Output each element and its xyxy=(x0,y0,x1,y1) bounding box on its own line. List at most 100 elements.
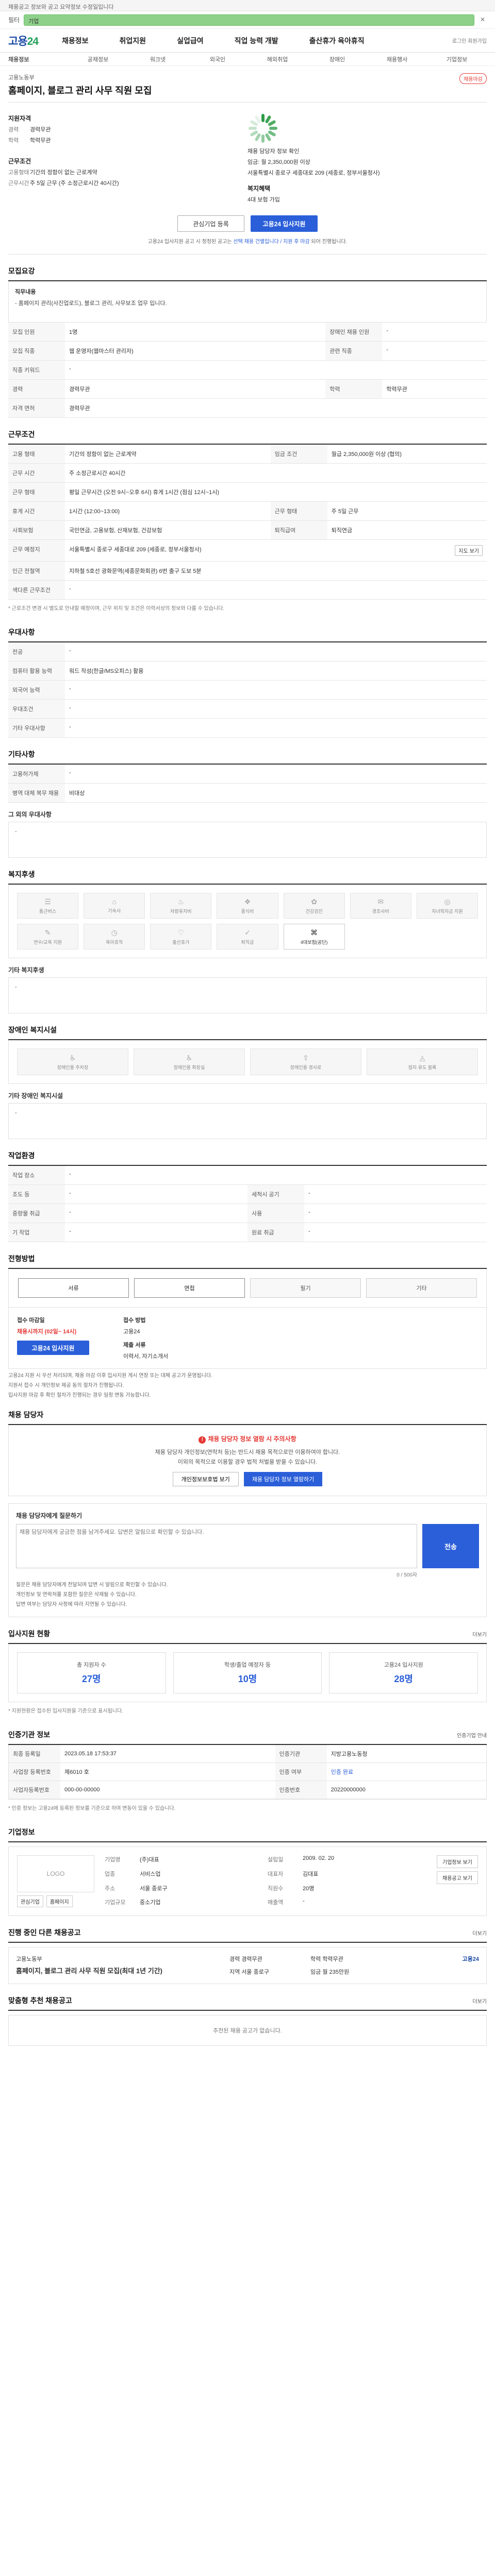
job-card-title[interactable]: 홈페이지, 블로그 관리 사무 직원 모집(최대 1년 기간) xyxy=(16,1966,207,1976)
cert-info-button[interactable]: 인증기업 안내 xyxy=(457,1731,487,1739)
job-card[interactable]: 고용노동부 홈페이지, 블로그 관리 사무 직원 모집(최대 1년 기간) 경력… xyxy=(8,1947,487,1984)
section-title: 작업환경 xyxy=(8,1150,487,1166)
table-value: - xyxy=(65,580,487,600)
table-value: - xyxy=(304,1184,487,1204)
check-icon: ✓ xyxy=(244,928,251,937)
menu-item-parental-leave[interactable]: 출산휴가 육아휴직 xyxy=(309,36,365,46)
table-value: - xyxy=(382,341,487,361)
submenu-item[interactable]: 공채정보 xyxy=(68,55,128,63)
menu-item-unemployment[interactable]: 실업급여 xyxy=(177,36,204,46)
cert-table: 최종 등록일 2023.05.18 17:53:37 인증기관 지방고용노동청 사업장… xyxy=(9,1745,486,1799)
menu-item-jobs[interactable]: 채용정보 xyxy=(62,36,89,46)
table-value: 비대상 xyxy=(65,783,487,803)
table-row: 사회보험 국민연금, 고용보험, 산재보험, 건강보험 퇴직급여 퇴직연금 xyxy=(8,520,487,540)
table-key: 사업장 등록번호 xyxy=(9,1762,60,1781)
apply-note-text: 되어 진행됩니다. xyxy=(309,239,348,245)
filter-value: 기업 xyxy=(28,18,39,25)
table-value: 2023.05.18 17:53:37 xyxy=(60,1745,275,1763)
submenu-item[interactable]: 해외취업 xyxy=(248,55,307,63)
welfare-item: ✉ 경조사비 xyxy=(350,893,411,919)
table-value: - xyxy=(65,360,487,380)
summary-row: 근무시간 주 5일 근무 (주 소정근로시간 40시간) xyxy=(8,179,248,187)
summary-row: 경력 경력무관 xyxy=(8,125,248,133)
job-meta-key: 임금 xyxy=(310,1969,321,1975)
table-value: - xyxy=(65,1204,248,1223)
favorite-company-button[interactable]: 관심기업 xyxy=(17,1895,43,1907)
privacy-law-button[interactable]: 개인정보보호법 보기 xyxy=(172,1472,239,1486)
table-key: 사회보험 xyxy=(8,520,65,540)
applicants-note: * 지원현황은 접수된 입사지원을 기준으로 표시됩니다. xyxy=(8,1708,123,1714)
applicant-stats: 총 지원자 수 27명 학생/졸업 예정자 등 10명 고용24 입사지원 28명 xyxy=(8,1644,487,1702)
submenu-item[interactable]: 외국인 xyxy=(188,55,248,63)
menu-item-employment-support[interactable]: 취업지원 xyxy=(120,36,146,46)
view-manager-button[interactable]: 채용 담당자 정보 열람하기 xyxy=(243,1472,323,1486)
question-submit-button[interactable]: 전송 xyxy=(422,1524,479,1568)
house-icon: ⌂ xyxy=(112,897,117,906)
ramp-icon: ⇪ xyxy=(303,1053,309,1062)
map-button[interactable]: 지도 보기 xyxy=(455,545,483,556)
cert-status: 인증 완료 xyxy=(326,1762,486,1781)
manager-warning-text: 채용 담당자 정보 열람 시 주의사항 xyxy=(208,1435,296,1443)
company-jobs-button[interactable]: 채용공고 보기 xyxy=(437,1871,478,1884)
table-key: 근무 시간 xyxy=(8,463,65,483)
duty-box: 직무내용 - 홈페이지 관리(사진업로드), 블로그 관리, 사무보조 업무 입… xyxy=(8,281,487,323)
more-link[interactable]: 더보기 xyxy=(472,1929,487,1937)
apply-button[interactable]: 고용24 입사지원 xyxy=(17,1341,89,1355)
site-logo[interactable]: 고용24 xyxy=(8,33,55,48)
table-key: 최종 등록일 xyxy=(9,1745,60,1763)
question-note: 개인정보 및 연락처를 포함한 질문은 삭제될 수 있습니다. xyxy=(16,1592,137,1598)
summary-value: 주 5일 근무 (주 소정근로시간 40시간) xyxy=(30,180,119,187)
summary-welfare-item: 4대 보험 가입 xyxy=(248,195,487,204)
job-meta-item: 학력 학력무관 xyxy=(310,1955,384,1963)
close-icon[interactable]: ✕ xyxy=(478,16,487,24)
table-key: 세척시 공기 xyxy=(248,1184,304,1204)
facility-sub-box: - xyxy=(8,1103,487,1139)
filter-input[interactable]: 기업 xyxy=(24,14,474,26)
submenu-item[interactable]: 채용정보 xyxy=(8,55,68,63)
submenu-item[interactable]: 장애인 xyxy=(307,55,367,63)
table-value: 1시간 (12:00~13:00) xyxy=(65,501,271,521)
summary-mid-text: 채용 담당자 정보 확인 xyxy=(248,148,300,155)
summary-welfare-title: 복지혜택 xyxy=(248,185,271,192)
submenu-item[interactable]: 채용행사 xyxy=(367,55,427,63)
apply-button[interactable]: 고용24 입사지원 xyxy=(251,215,318,232)
table-key: 우대조건 xyxy=(8,699,65,719)
submenu-item[interactable]: 워크넷 xyxy=(128,55,188,63)
homepage-button[interactable]: 홈페이지 xyxy=(46,1895,73,1907)
summary-conditions-title: 근무조건 xyxy=(8,158,31,165)
recruit-section: 모집요강 직무내용 - 홈페이지 관리(사진업로드), 블로그 관리, 사무보조… xyxy=(8,266,487,418)
menu-item-training[interactable]: 직업 능력 개발 xyxy=(235,36,278,46)
question-row: 전송 xyxy=(16,1524,479,1568)
section-title: 전형방법 xyxy=(8,1253,487,1269)
summary-key: 학력 xyxy=(8,138,19,144)
job-meta-item: 경력 경력무관 xyxy=(229,1955,303,1963)
info-key: 주소 xyxy=(105,1885,116,1892)
auth-links[interactable]: 로그인 회원가입 xyxy=(452,37,487,44)
welfare-item: ✿ 건강검진 xyxy=(283,893,345,919)
summary-right: 채용 담당자 정보 확인 임금: 월 2,350,000원 이상 서울특별시 종… xyxy=(248,109,487,206)
wheelchair-icon: ♿ xyxy=(186,1053,193,1062)
apply-info: 접수 마감일 채용시까지 (02일~ 14시) 고용24 입사지원 접수 방법 … xyxy=(8,1308,487,1369)
table-value: 1명 xyxy=(65,323,326,342)
more-link[interactable]: 더보기 xyxy=(472,1630,487,1638)
table-key: 자격 면허 xyxy=(8,398,65,418)
table-row: 근무 시간 주 소정근로시간 40시간 xyxy=(8,463,487,483)
table-value: 000-00-00000 xyxy=(60,1781,275,1799)
etc-sub-title: 그 외의 우대사항 xyxy=(8,811,52,818)
welfare-label: 자녀학자금 지원 xyxy=(432,908,463,914)
summary-key: 경력 xyxy=(8,127,19,133)
company-detail-button[interactable]: 기업정보 보기 xyxy=(437,1855,478,1868)
manager-warning: ! 채용 담당자 정보 열람 시 주의사항 xyxy=(18,1434,477,1444)
job-meta-item: 지역 서울 종로구 xyxy=(229,1968,303,1976)
table-key: 사용 xyxy=(248,1204,304,1223)
question-input[interactable] xyxy=(16,1524,417,1568)
company-name[interactable]: 고용노동부 xyxy=(8,73,487,81)
company-info: 기업명 (주)대표 설립일 2009. 02. 20 업종 서비스업 대표자 김대표 주… xyxy=(105,1855,426,1907)
facility-item: ⇪ 장애인용 경사로 xyxy=(250,1048,361,1075)
save-company-button[interactable]: 관심기업 등록 xyxy=(177,215,244,232)
more-link[interactable]: 더보기 xyxy=(472,1997,487,2005)
apply-deadline-label: 접수 마감일 xyxy=(17,1317,45,1324)
table-row: 고용 형태 기간의 정함이 없는 근로계약 임금 조건 월급 2,350,000원 이… xyxy=(8,445,487,464)
table-row: 경력 경력무관 학력 학력무관 xyxy=(8,379,487,399)
submenu-item[interactable]: 기업정보 xyxy=(427,55,487,63)
